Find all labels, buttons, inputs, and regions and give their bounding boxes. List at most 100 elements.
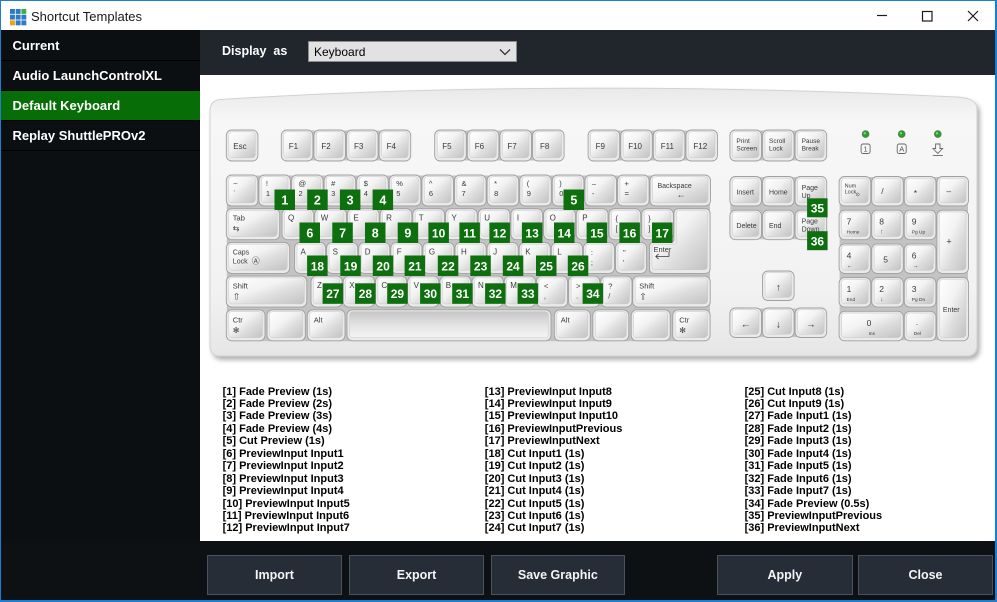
svg-text:9: 9 [912,217,917,227]
svg-text:20: 20 [376,259,390,273]
svg-text:6: 6 [306,226,313,240]
svg-text:⇆: ⇆ [233,224,240,233]
svg-text:=: = [625,189,630,198]
svg-text:Y: Y [452,214,458,223]
svg-text:.: . [916,317,918,327]
svg-text:`: ` [233,189,236,198]
svg-text:V: V [414,281,420,290]
svg-text:Ⓐ: Ⓐ [252,256,260,265]
svg-text:1: 1 [281,193,288,207]
svg-text:→: → [913,263,919,269]
svg-text:5: 5 [396,189,400,198]
svg-text:Print: Print [736,138,750,145]
svg-text:12: 12 [493,226,507,240]
svg-text:S: S [333,247,338,256]
svg-text:F8: F8 [540,142,550,151]
svg-text:23: 23 [474,259,488,273]
svg-text:>: > [576,282,581,291]
svg-text:1: 1 [864,145,868,154]
svg-text:*: * [494,179,497,188]
svg-text:Home: Home [769,190,788,197]
svg-text:Break: Break [802,146,820,153]
svg-text:~: ~ [233,179,238,188]
svg-text:Ins: Ins [869,331,876,337]
svg-text:G: G [429,247,435,256]
svg-text:Esc: Esc [233,142,246,151]
svg-text:O: O [550,214,556,223]
svg-text:L: L [557,247,562,256]
svg-text:F6: F6 [475,142,485,151]
svg-text:H: H [461,247,467,256]
svg-text:5: 5 [570,193,577,207]
svg-text:18: 18 [311,259,325,273]
svg-text:Tab: Tab [233,214,245,223]
svg-text:D: D [365,247,371,256]
svg-text:Ctr: Ctr [233,315,244,324]
svg-text:F12: F12 [693,142,707,151]
svg-text:28: 28 [359,287,373,301]
svg-text:7: 7 [847,217,852,227]
svg-text:4: 4 [364,189,368,198]
svg-text:8: 8 [494,189,498,198]
svg-text:C: C [381,281,387,290]
svg-text:29: 29 [391,287,405,301]
svg-text:13: 13 [525,226,539,240]
svg-text:Caps: Caps [233,249,250,256]
svg-text:25: 25 [540,259,554,273]
svg-text:⊙: ⊙ [856,192,860,198]
svg-text:F5: F5 [442,142,452,151]
svg-text:↑: ↑ [776,283,781,294]
svg-text:33: 33 [521,287,535,301]
svg-text:4: 4 [847,250,852,260]
svg-text:Insert: Insert [736,190,754,197]
svg-text:F3: F3 [354,142,364,151]
svg-text:8: 8 [879,217,884,227]
svg-text:^: ^ [429,179,433,188]
svg-text:Pause: Pause [802,138,821,145]
svg-text:End: End [769,223,782,230]
svg-text:31: 31 [456,287,470,301]
svg-text:B: B [446,281,451,290]
svg-text:.: . [576,292,578,301]
svg-text:✻: ✻ [233,326,240,335]
svg-text:↓: ↓ [776,320,781,331]
svg-text:7: 7 [339,226,346,240]
svg-text:Page: Page [802,185,818,192]
svg-text:32: 32 [489,287,503,301]
svg-text:24: 24 [506,259,520,273]
svg-text:Q: Q [288,214,294,223]
svg-text:+: + [946,237,951,247]
svg-text:←: ← [677,190,686,200]
svg-text:27: 27 [326,287,340,301]
svg-text:Screen: Screen [736,146,757,153]
svg-text:9: 9 [527,189,531,198]
svg-text:21: 21 [408,259,422,273]
svg-text:17: 17 [656,226,670,240]
svg-text:6: 6 [912,250,917,260]
svg-text:<: < [544,282,549,291]
svg-text:Page: Page [802,219,818,226]
svg-text:A: A [301,247,307,256]
svg-text:Lock: Lock [233,258,248,265]
svg-text:Shift: Shift [233,282,249,291]
svg-text:Scroll: Scroll [769,138,786,145]
svg-text:11: 11 [463,226,476,240]
svg-text:I: I [517,214,519,223]
svg-text:↑: ↑ [880,230,883,236]
svg-text:Shift: Shift [639,282,655,291]
svg-text:]: ] [648,224,650,233]
svg-text:Pg Dn: Pg Dn [912,297,926,303]
svg-text:6: 6 [429,189,433,198]
svg-text:A: A [899,145,904,154]
svg-text:W: W [321,214,329,223]
svg-text:Enter: Enter [943,307,960,314]
svg-text:2: 2 [299,189,303,198]
svg-text:1: 1 [266,189,270,198]
svg-text:15: 15 [590,226,604,240]
svg-text:Ctr: Ctr [679,315,690,324]
svg-text:↓: ↓ [880,297,883,303]
svg-text:5: 5 [883,254,888,264]
svg-text:→: → [806,320,816,331]
svg-text:T: T [419,214,424,223]
svg-text:Home: Home [847,230,860,236]
